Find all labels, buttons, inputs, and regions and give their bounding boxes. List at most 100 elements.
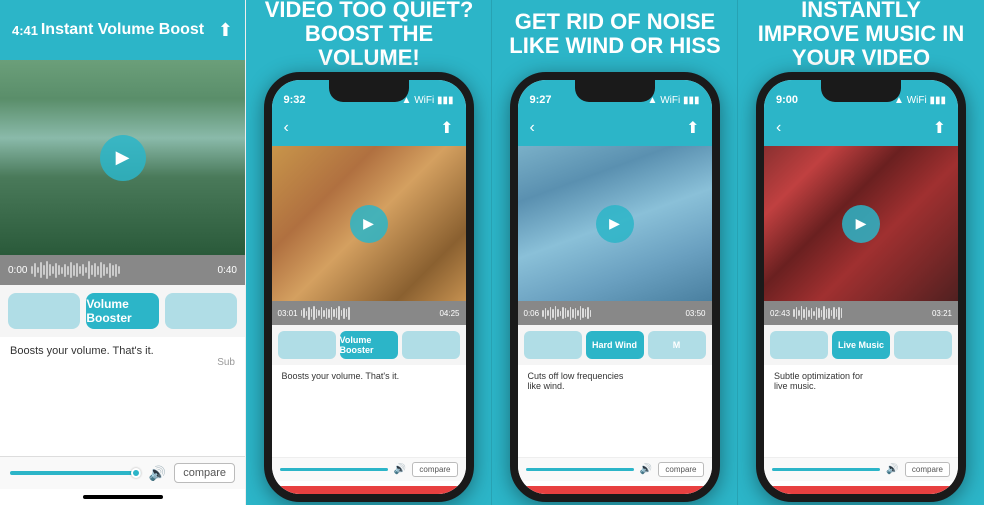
w2-6: [313, 306, 315, 320]
panel-3-top-bar: ‹ ⬆: [518, 110, 712, 146]
w3-20: [590, 310, 592, 317]
w3-14: [575, 308, 577, 319]
panel-2-end-time: 04:25: [439, 309, 459, 318]
description-area: Boosts your volume. That's it. Sub: [0, 337, 245, 456]
panel-1-video: ▶: [0, 60, 245, 255]
w4-6: [806, 307, 808, 320]
waveform-bar-16: [76, 263, 78, 277]
w4-5: [803, 309, 805, 318]
waveform-bar-22: [94, 263, 96, 277]
w4-11: [818, 308, 820, 318]
panel-2-slider[interactable]: [280, 468, 388, 471]
waveform-bar-12: [64, 264, 66, 277]
w4-8: [811, 308, 813, 319]
waveform-bar-25: [103, 264, 105, 276]
panel-2-home-bar: [339, 486, 399, 489]
panel-2-filter-right[interactable]: [402, 331, 460, 359]
w4-12: [821, 310, 823, 317]
waveform-bar-11: [61, 267, 63, 274]
panel-3-play-button[interactable]: ▶: [596, 205, 634, 243]
w3-1: [542, 310, 544, 317]
w4-18: [836, 309, 838, 317]
w4-16: [831, 310, 833, 316]
panel-2-back-icon[interactable]: ‹: [284, 119, 289, 137]
waveform-bar-1: [31, 266, 33, 274]
w4-20: [841, 308, 843, 318]
panel-2-video: ▶: [272, 146, 466, 301]
panel-2-active-filter[interactable]: Volume Booster: [340, 331, 398, 359]
share-icon[interactable]: ⬆: [218, 20, 233, 41]
panel-4-compare[interactable]: compare: [905, 462, 950, 477]
panel-4-share-icon[interactable]: ⬆: [933, 118, 946, 138]
panel-2-home: [272, 481, 466, 494]
panel-2-status-bar: 9:32 ▲ WiFi ▮▮▮: [272, 80, 466, 110]
panel-3-waveform: 0:06: [518, 301, 712, 325]
w2-8: [318, 310, 320, 316]
panel-3-end-time: 03:50: [685, 309, 705, 318]
panel-3-filter-left[interactable]: [524, 331, 582, 359]
filter-btn-right[interactable]: [165, 293, 237, 329]
w3-3: [547, 310, 549, 316]
panel-1-time: 4:41: [12, 23, 38, 38]
w3-13: [572, 309, 574, 318]
end-time: 0:40: [218, 265, 237, 276]
panel-3-header: GET RID OF NOISE LIKE WIND OR HISS: [492, 0, 738, 68]
w2-11: [326, 308, 328, 319]
w3-15: [577, 310, 579, 316]
panel-3-start-time: 0:06: [524, 309, 540, 318]
panel-4-filter-row: Live Music: [764, 325, 958, 365]
waveform-bar: 0:00: [0, 255, 245, 285]
panel-4-description: Subtle optimization for live music.: [764, 365, 958, 457]
volume-icon: 🔊: [149, 465, 166, 482]
waveform-bar-23: [97, 266, 99, 275]
w4-1: [793, 309, 795, 317]
panel-4-slider[interactable]: [772, 468, 880, 471]
panel-3-back-icon[interactable]: ‹: [530, 119, 535, 137]
waveform-bar-28: [112, 265, 114, 276]
w2-3: [306, 311, 308, 316]
waveform-bar-18: [82, 264, 84, 276]
w3-8: [560, 311, 562, 316]
panel-4-bottom: 🔊 compare: [764, 457, 958, 481]
panel-2-status-icons: ▲ WiFi ▮▮▮: [402, 95, 454, 106]
start-time: 0:00: [8, 265, 27, 276]
waveform-bar-15: [73, 265, 75, 276]
panel-2-play-button[interactable]: ▶: [350, 205, 388, 243]
panel-3-filter-right[interactable]: M: [648, 331, 706, 359]
play-button[interactable]: ▶: [100, 135, 146, 181]
filter-btn-left[interactable]: [8, 293, 80, 329]
volume-slider[interactable]: [10, 471, 141, 475]
panel-4-status-icons: ▲ WiFi ▮▮▮: [894, 95, 946, 106]
panel-4-waveform-visual: [793, 305, 929, 321]
waveform-bar-3: [37, 267, 39, 273]
w3-18: [585, 309, 587, 317]
panel-3-home-bar: [585, 486, 645, 489]
panel-3-time: 9:27: [530, 94, 552, 106]
panel-4-phone-frame: 9:00 ▲ WiFi ▮▮▮ ‹ ⬆ ▶ 02:43: [756, 72, 966, 502]
panel-3-slider[interactable]: [526, 468, 634, 471]
panel-4-filter-right[interactable]: [894, 331, 952, 359]
panel-4-back-icon[interactable]: ‹: [776, 119, 781, 137]
panel-4-filter-left[interactable]: [770, 331, 828, 359]
panel-2-waveform: 03:01: [272, 301, 466, 325]
panel-2-compare[interactable]: compare: [412, 462, 457, 477]
panel-4-active-filter[interactable]: Live Music: [832, 331, 890, 359]
panel-2-share-icon[interactable]: ⬆: [440, 118, 453, 138]
panel-3-active-filter[interactable]: Hard Wind: [586, 331, 644, 359]
slider-thumb: [131, 468, 141, 478]
w4-19: [838, 307, 840, 320]
panel-3-share-icon[interactable]: ⬆: [686, 118, 699, 138]
compare-button[interactable]: compare: [174, 463, 235, 483]
panel-4-phone-inner: 9:00 ▲ WiFi ▮▮▮ ‹ ⬆ ▶ 02:43: [764, 80, 958, 494]
panel-4-play-button[interactable]: ▶: [842, 205, 880, 243]
waveform-bar-8: [52, 266, 54, 274]
panel-3-compare[interactable]: compare: [658, 462, 703, 477]
w3-9: [562, 307, 564, 319]
volume-booster-btn[interactable]: Volume Booster: [86, 293, 158, 329]
w3-17: [582, 308, 584, 318]
panel-2-filter-row: Volume Booster: [272, 325, 466, 365]
w3-16: [580, 306, 582, 320]
panel-2-filter-left[interactable]: [278, 331, 336, 359]
w2-13: [331, 307, 333, 320]
panel-2-bottom: 🔊 compare: [272, 457, 466, 481]
